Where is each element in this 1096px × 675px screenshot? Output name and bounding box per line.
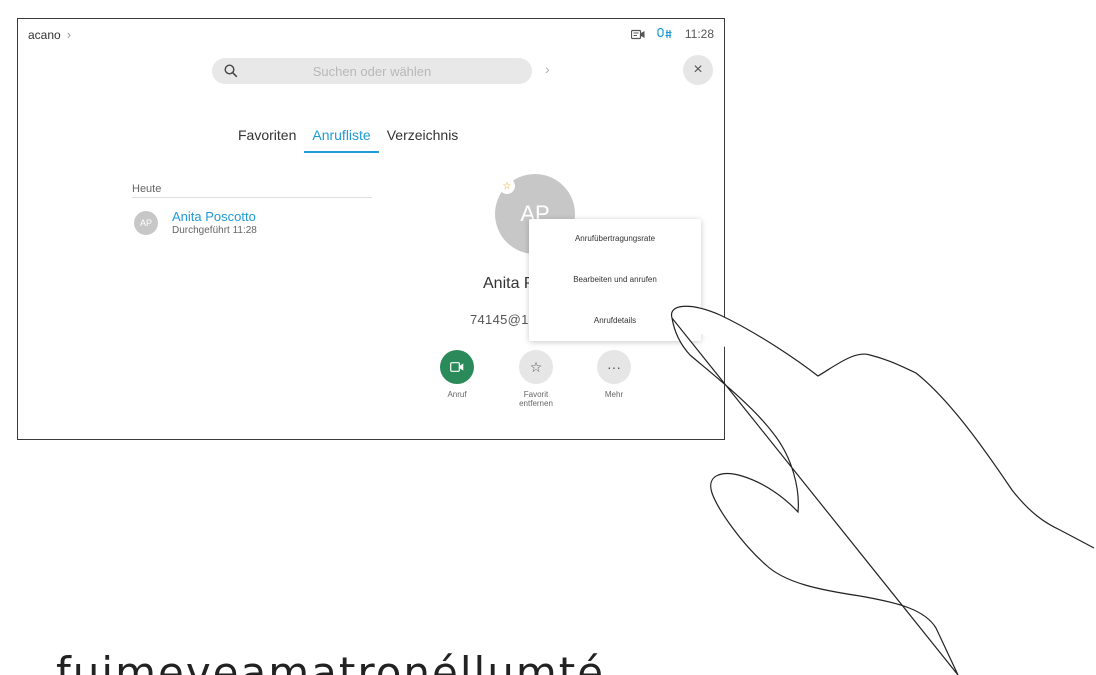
close-button[interactable]: × bbox=[683, 55, 713, 85]
contact-number: 74145@1 bbox=[470, 312, 529, 327]
chevron-right-icon: › bbox=[66, 27, 72, 42]
remove-favorite-label-line1: Favorit bbox=[523, 390, 549, 399]
microphone-status-icon[interactable] bbox=[656, 28, 673, 40]
list-item[interactable]: AP Anita Poscotto Durchgeführt 11:28 bbox=[134, 209, 257, 237]
call-button[interactable]: Anruf bbox=[431, 350, 483, 399]
more-button[interactable]: ··· Mehr bbox=[588, 350, 640, 399]
tab-directory[interactable]: Verzeichnis bbox=[379, 127, 467, 153]
divider bbox=[132, 197, 372, 198]
more-label: Mehr bbox=[604, 390, 624, 399]
status-bar: 11:28 bbox=[630, 27, 714, 41]
more-dots-icon: ··· bbox=[607, 359, 621, 375]
remove-favorite-label-line2: entfernen bbox=[519, 399, 553, 408]
star-icon: ☆ bbox=[529, 358, 543, 375]
caption-text: fuimeveamatronéllumté bbox=[56, 648, 606, 675]
contact-name: Anita Poscotto bbox=[172, 209, 256, 224]
menu-item-call-rate[interactable]: Anrufübertragungsrate bbox=[529, 234, 701, 243]
remove-favorite-circle: ☆ bbox=[519, 350, 553, 384]
hand-outline bbox=[671, 305, 1095, 675]
more-menu: Anrufübertragungsrate Bearbeiten und anr… bbox=[529, 219, 701, 341]
breadcrumb[interactable]: acano › bbox=[28, 27, 71, 42]
call-detail: Durchgeführt 11:28 bbox=[172, 225, 257, 236]
menu-item-edit-and-call[interactable]: Bearbeiten und anrufen bbox=[529, 275, 701, 284]
avatar: AP bbox=[134, 211, 158, 235]
search-bar[interactable]: Suchen oder wählen bbox=[212, 58, 532, 84]
call-label: Anruf bbox=[447, 390, 467, 399]
more-circle: ··· bbox=[597, 350, 631, 384]
camera-status-icon[interactable] bbox=[630, 29, 645, 40]
favorite-star-icon: ☆ bbox=[499, 178, 515, 194]
call-circle bbox=[440, 350, 474, 384]
remove-favorite-button[interactable]: ☆ Favorit entfernen bbox=[508, 350, 564, 408]
tab-favorites[interactable]: Favoriten bbox=[230, 127, 304, 153]
close-icon: × bbox=[693, 61, 703, 78]
tab-bar: Favoriten Anrufliste Verzeichnis bbox=[230, 127, 466, 153]
tab-call-history[interactable]: Anrufliste bbox=[304, 127, 379, 153]
chevron-right-icon[interactable]: › bbox=[545, 61, 550, 77]
section-header: Heute bbox=[132, 183, 162, 195]
contact-name: Anita P bbox=[483, 275, 535, 292]
search-placeholder: Suchen oder wählen bbox=[312, 63, 432, 79]
clock: 11:28 bbox=[684, 27, 714, 41]
breadcrumb-label: acano bbox=[28, 27, 61, 42]
menu-item-call-details[interactable]: Anrufdetails bbox=[529, 316, 701, 325]
device-screen: acano › 11:28 Suchen oder wählen › × Fav… bbox=[17, 18, 725, 440]
video-call-icon bbox=[450, 362, 464, 372]
